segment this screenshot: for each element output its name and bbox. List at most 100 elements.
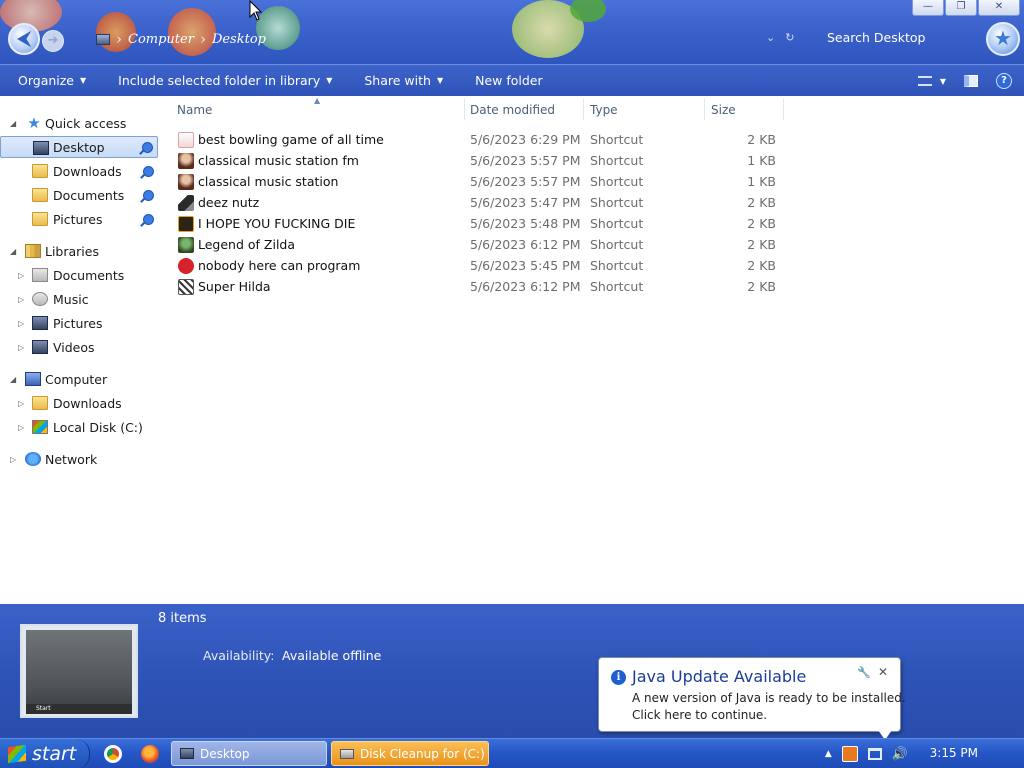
file-row[interactable]: best bowling game of all time 5/6/2023 6… [160,129,800,150]
column-type[interactable]: Type [590,96,700,124]
availability-value: Available offline [282,648,382,663]
breadcrumb[interactable]: › Computer › Desktop [96,29,266,49]
share-with-button[interactable]: Share with ▼ [346,73,457,88]
nav-label: Libraries [45,243,99,259]
file-row[interactable]: I HOPE YOU FUCKING DIE 5/6/2023 5:48 PM … [160,213,800,234]
file-type: Shortcut [590,279,644,294]
column-size[interactable]: Size [711,96,781,124]
nav-libraries[interactable]: ◢ Libraries [0,240,158,262]
file-row[interactable]: Legend of Zilda 5/6/2023 6:12 PM Shortcu… [160,234,800,255]
expand-arrow-icon[interactable]: ◢ [10,375,16,384]
crumb-desktop[interactable]: Desktop [212,32,266,47]
nav-label: Local Disk (C:) [53,419,143,435]
info-icon: i [611,670,626,685]
column-date-modified[interactable]: Date modified [470,96,580,124]
new-folder-button[interactable]: New folder [457,73,557,88]
include-library-label: Include selected folder in library [118,73,321,88]
portrait-shortcut-icon [178,153,194,169]
file-row[interactable]: classical music station 5/6/2023 5:57 PM… [160,171,800,192]
taskbar-item-disk-cleanup[interactable]: Disk Cleanup for (C:) [331,741,489,766]
notification-link[interactable]: Click here to continue. [632,708,767,722]
file-row[interactable]: nobody here can program 5/6/2023 5:45 PM… [160,255,800,276]
expand-arrow-icon[interactable]: ◢ [10,119,16,128]
volume-icon[interactable]: 🔊 [892,747,908,762]
view-options-button[interactable]: ▼ [917,76,946,86]
minimize-button[interactable]: — [912,0,944,16]
portrait-shortcut-icon [178,174,194,190]
search-input[interactable]: Search Desktop [827,30,925,45]
nav-comp-local-disk[interactable]: ▷ Local Disk (C:) [0,416,158,438]
taskbar-item-desktop[interactable]: Desktop [171,741,327,766]
firefox-icon[interactable] [141,745,159,763]
expand-arrow-icon[interactable]: ◢ [10,247,16,256]
chevron-right-icon[interactable]: › [116,30,122,48]
collapse-arrow-icon[interactable]: ▷ [18,319,24,328]
nav-label: Network [45,451,98,467]
java-tray-icon[interactable] [841,746,858,762]
help-icon[interactable]: ? [996,73,1012,89]
task-label: Desktop [200,746,250,761]
chrome-icon[interactable] [104,745,122,763]
collapse-arrow-icon[interactable]: ▷ [18,295,24,304]
notification-close-button[interactable]: ✕ [878,665,888,679]
close-button[interactable]: ✕ [978,0,1020,16]
command-bar: Organize ▼ Include selected folder in li… [0,64,1024,96]
show-hidden-icons-icon[interactable]: ▲ [825,749,832,759]
chevron-down-icon: ▼ [326,76,333,85]
nav-label: Desktop [53,139,105,155]
chevron-right-icon[interactable]: › [200,30,206,48]
nav-item-documents[interactable]: Documents [0,184,158,206]
java-update-notification[interactable]: i Java Update Available 🔧 ✕ A new versio… [598,657,906,732]
maximize-button[interactable]: ❐ [945,0,977,16]
nav-item-pictures[interactable]: Pictures [0,208,158,230]
column-divider[interactable] [783,98,784,120]
nav-network[interactable]: ▷ Network [0,448,158,470]
collapse-arrow-icon[interactable]: ▷ [18,423,24,432]
thumbnail-start-label: Start [26,704,132,714]
file-row[interactable]: classical music station fm 5/6/2023 5:57… [160,150,800,171]
column-divider[interactable] [464,98,465,120]
nav-quick-access[interactable]: ◢ ★ Quick access [0,112,158,134]
clock[interactable]: 3:15 PM [930,746,978,760]
column-name[interactable]: Name [177,96,467,124]
nav-computer[interactable]: ◢ Computer [0,368,158,390]
nav-lib-pictures[interactable]: ▷ Pictures [0,312,158,334]
start-button[interactable]: start [0,739,90,768]
column-divider[interactable] [583,98,584,120]
file-date: 5/6/2023 6:12 PM [470,279,581,294]
computer-icon [25,372,41,386]
network-status-icon[interactable] [867,748,882,760]
nav-item-desktop[interactable]: Desktop [0,136,158,158]
organize-label: Organize [18,73,74,88]
file-row[interactable]: Super Hilda 5/6/2023 6:12 PM Shortcut 2 … [160,276,800,297]
file-name: Super Hilda [198,279,271,294]
collapse-arrow-icon[interactable]: ▷ [10,455,16,464]
file-row[interactable]: deez nutz 5/6/2023 5:47 PM Shortcut 2 KB [160,192,800,213]
nav-comp-downloads[interactable]: ▷ Downloads [0,392,158,414]
preview-pane-icon[interactable] [964,75,978,87]
collapse-arrow-icon[interactable]: ▷ [18,343,24,352]
nav-lib-documents[interactable]: ▷ Documents [0,264,158,286]
pin-icon [143,165,154,177]
explorer-icon [180,748,194,759]
collapse-arrow-icon[interactable]: ▷ [18,271,24,280]
file-size: 2 KB [747,279,776,294]
crumb-computer[interactable]: Computer [128,32,194,47]
refresh-icon[interactable]: ↻ [785,31,794,44]
organize-button[interactable]: Organize ▼ [0,73,100,88]
library-icon [25,244,41,258]
collapse-arrow-icon[interactable]: ▷ [18,399,24,408]
include-in-library-button[interactable]: Include selected folder in library ▼ [100,73,346,88]
history-dropdown-icon[interactable]: ⌄ [766,31,775,44]
app-shortcut-icon [178,195,194,211]
forward-button[interactable]: ➜ [42,30,64,52]
column-divider[interactable] [704,98,705,120]
item-count: 8 items [158,611,207,626]
search-star-button[interactable]: ★ [986,22,1020,56]
nav-lib-videos[interactable]: ▷ Videos [0,336,158,358]
nav-lib-music[interactable]: ▷ Music [0,288,158,310]
file-list: ▲ Name Date modified Type Size best bowl… [160,96,1024,604]
nav-item-downloads[interactable]: Downloads [0,160,158,182]
back-button[interactable]: ⮜ [8,23,40,55]
options-wrench-icon[interactable]: 🔧 [857,666,871,679]
